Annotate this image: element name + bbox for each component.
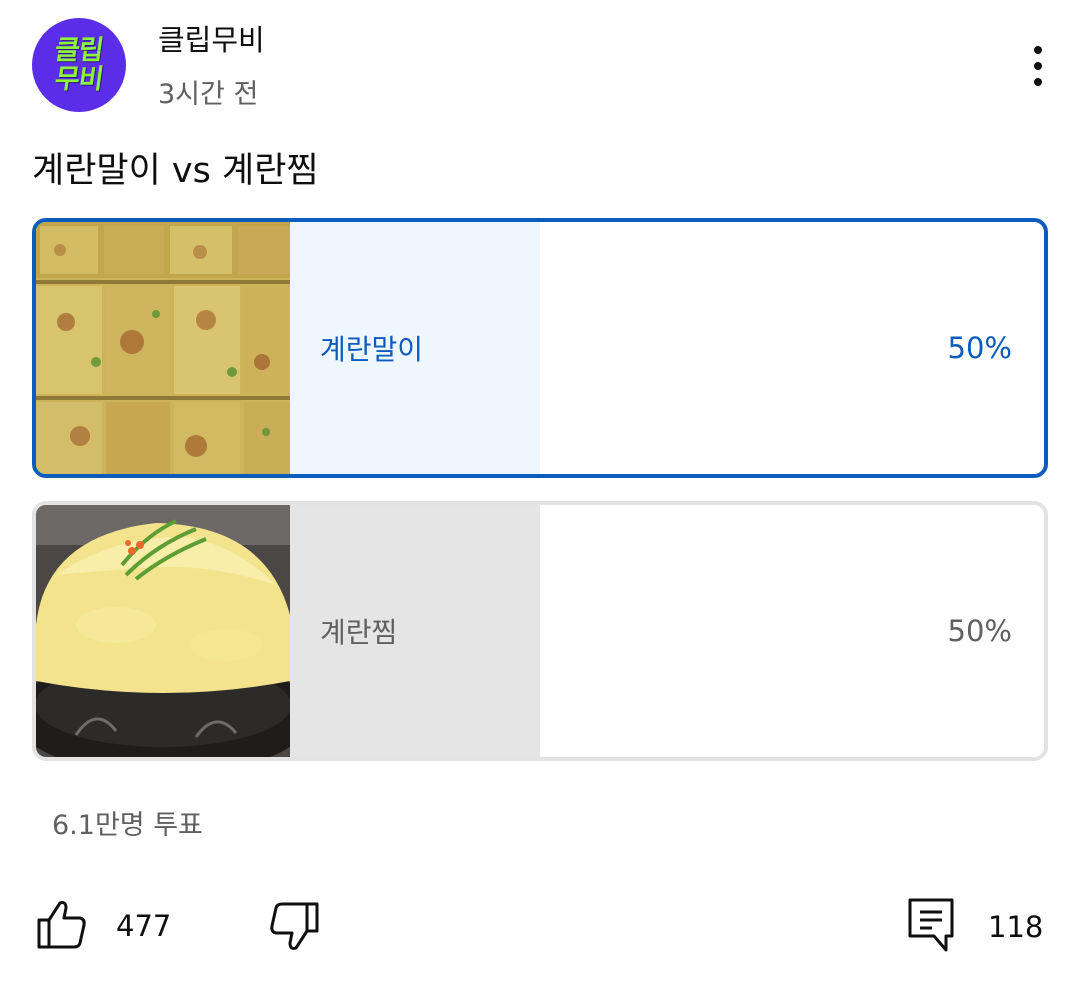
comment-count: 118 — [988, 910, 1044, 944]
steamed-egg-image — [36, 505, 290, 757]
more-vert-icon-dot — [1034, 46, 1042, 54]
like-count: 477 — [116, 909, 172, 943]
rolled-omelette-image — [36, 222, 290, 474]
comments-button[interactable]: 118 — [906, 896, 1043, 958]
poll-vote-count: 6.1만명 투표 — [52, 810, 203, 841]
poll-option-1[interactable]: 계란말이 50% — [32, 218, 1048, 478]
dislike-button[interactable] — [268, 900, 320, 956]
more-vert-icon-dot — [1034, 78, 1042, 86]
channel-avatar[interactable]: 클립 무비 — [32, 18, 126, 112]
poll-option-percent: 50% — [947, 331, 1012, 365]
poll-option-label: 계란찜 — [320, 616, 398, 649]
avatar-logo-line1: 클립 — [52, 35, 106, 66]
like-button[interactable]: 477 — [36, 898, 171, 954]
more-vert-icon-dot — [1034, 62, 1042, 70]
poll-option-2[interactable]: 계란찜 50% — [32, 501, 1048, 761]
thumbs-down-icon — [268, 900, 320, 956]
comment-icon — [906, 896, 956, 958]
more-options-button[interactable] — [1016, 40, 1060, 92]
post-timestamp: 3시간 전 — [158, 79, 259, 110]
post-title: 계란말이 vs 계란찜 — [32, 151, 319, 191]
avatar-logo-line2: 무비 — [52, 64, 106, 95]
channel-name[interactable]: 클립무비 — [158, 22, 265, 58]
thumbs-up-icon — [36, 898, 88, 954]
poll-option-label: 계란말이 — [320, 333, 424, 366]
poll-option-percent: 50% — [947, 614, 1012, 648]
community-post: 클립 무비 클립무비 3시간 전 계란말이 vs 계란찜 계란말이 50% 계란… — [0, 0, 1080, 985]
